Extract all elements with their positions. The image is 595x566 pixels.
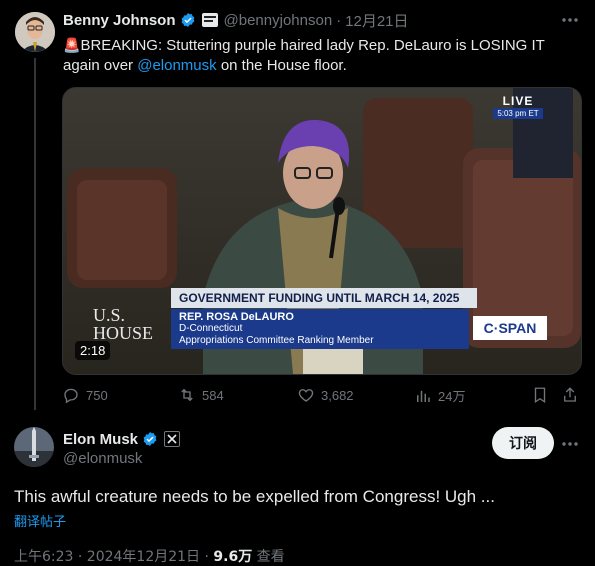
verified-badge-icon: [181, 13, 194, 27]
original-tweet-header: Benny Johnson @bennyjohnson · 12月21日: [63, 10, 409, 30]
reply-action[interactable]: 750: [62, 386, 108, 404]
tweet-date[interactable]: 12月21日: [345, 10, 408, 31]
verified-badge-icon: [143, 432, 157, 446]
subscribe-button[interactable]: 订阅: [492, 427, 554, 459]
bookmark-icon: [534, 387, 546, 404]
affiliate-badge-icon: [201, 13, 218, 27]
live-label: LIVE: [502, 94, 534, 108]
cspan-logo: C·SPAN: [473, 316, 547, 340]
reply-tweet-header: Elon Musk: [63, 429, 181, 449]
like-icon: [298, 389, 314, 402]
elon-musk-avatar[interactable]: [14, 427, 54, 467]
mention-link[interactable]: @elonmusk: [137, 57, 216, 74]
tweet-text-part: on the House floor.: [216, 57, 347, 74]
more-options-button[interactable]: [560, 10, 580, 30]
more-icon: [562, 442, 578, 446]
views-action[interactable]: 24万: [414, 386, 465, 405]
translate-post-link[interactable]: 翻译帖子: [14, 511, 66, 530]
live-time: 5:03 pm ET: [493, 108, 543, 119]
benny-johnson-avatar[interactable]: [15, 12, 55, 52]
chyron-name-block: REP. ROSA DeLAURO D-Connecticut Appropri…: [171, 309, 469, 349]
alarm-emoji: 🚨: [63, 37, 81, 53]
repost-icon: [181, 388, 193, 402]
reply-tweet-text: This awful creature needs to be expelled…: [14, 487, 495, 506]
author-handle[interactable]: @bennyjohnson: [224, 12, 333, 29]
tweet-meta: 上午6:23 · 2024年12月21日 · 9.6万 查看: [14, 546, 285, 566]
network-left-line1: U.S.: [93, 305, 126, 325]
author-name[interactable]: Elon Musk: [63, 431, 138, 448]
x-logo-icon: [164, 431, 181, 447]
views-label: 查看: [252, 549, 285, 565]
video-player[interactable]: LIVE 5:03 pm ET U.S. HOUSE GOVERNMENT FU…: [62, 87, 582, 375]
header-separator: ·: [336, 11, 342, 29]
network-left-line2: HOUSE: [93, 323, 154, 343]
share-button[interactable]: [561, 386, 579, 404]
more-icon: [562, 18, 578, 22]
bookmark-button[interactable]: [531, 386, 549, 404]
original-tweet-text: 🚨BREAKING: Stuttering purple haired lady…: [63, 35, 573, 76]
repost-count: 584: [202, 387, 224, 403]
author-name[interactable]: Benny Johnson: [63, 12, 176, 29]
more-options-button[interactable]: [560, 434, 580, 454]
author-handle[interactable]: @elonmusk: [63, 450, 142, 467]
chyron-party: D-Connecticut: [179, 323, 243, 334]
like-count: 3,682: [321, 387, 354, 403]
share-icon: [564, 387, 576, 402]
like-action[interactable]: 3,682: [297, 386, 354, 404]
network-left-logo: U.S. HOUSE: [93, 306, 153, 342]
live-indicator: LIVE 5:03 pm ET: [493, 94, 543, 119]
views-icon: [417, 390, 430, 402]
thread-connector-line: [34, 58, 36, 410]
reply-icon: [64, 388, 78, 404]
chyron-headline: GOVERNMENT FUNDING UNTIL MARCH 14, 2025: [171, 288, 477, 308]
tweet-timestamp[interactable]: 上午6:23 · 2024年12月21日 ·: [14, 549, 213, 565]
views-number: 9.6万: [213, 549, 253, 565]
chyron-name: REP. ROSA DeLAURO: [179, 311, 294, 323]
views-count: 24万: [438, 389, 466, 404]
repost-action[interactable]: 584: [178, 386, 224, 404]
chyron-role: Appropriations Committee Ranking Member: [179, 335, 374, 346]
video-duration: 2:18: [75, 341, 111, 360]
reply-count: 750: [86, 387, 108, 403]
